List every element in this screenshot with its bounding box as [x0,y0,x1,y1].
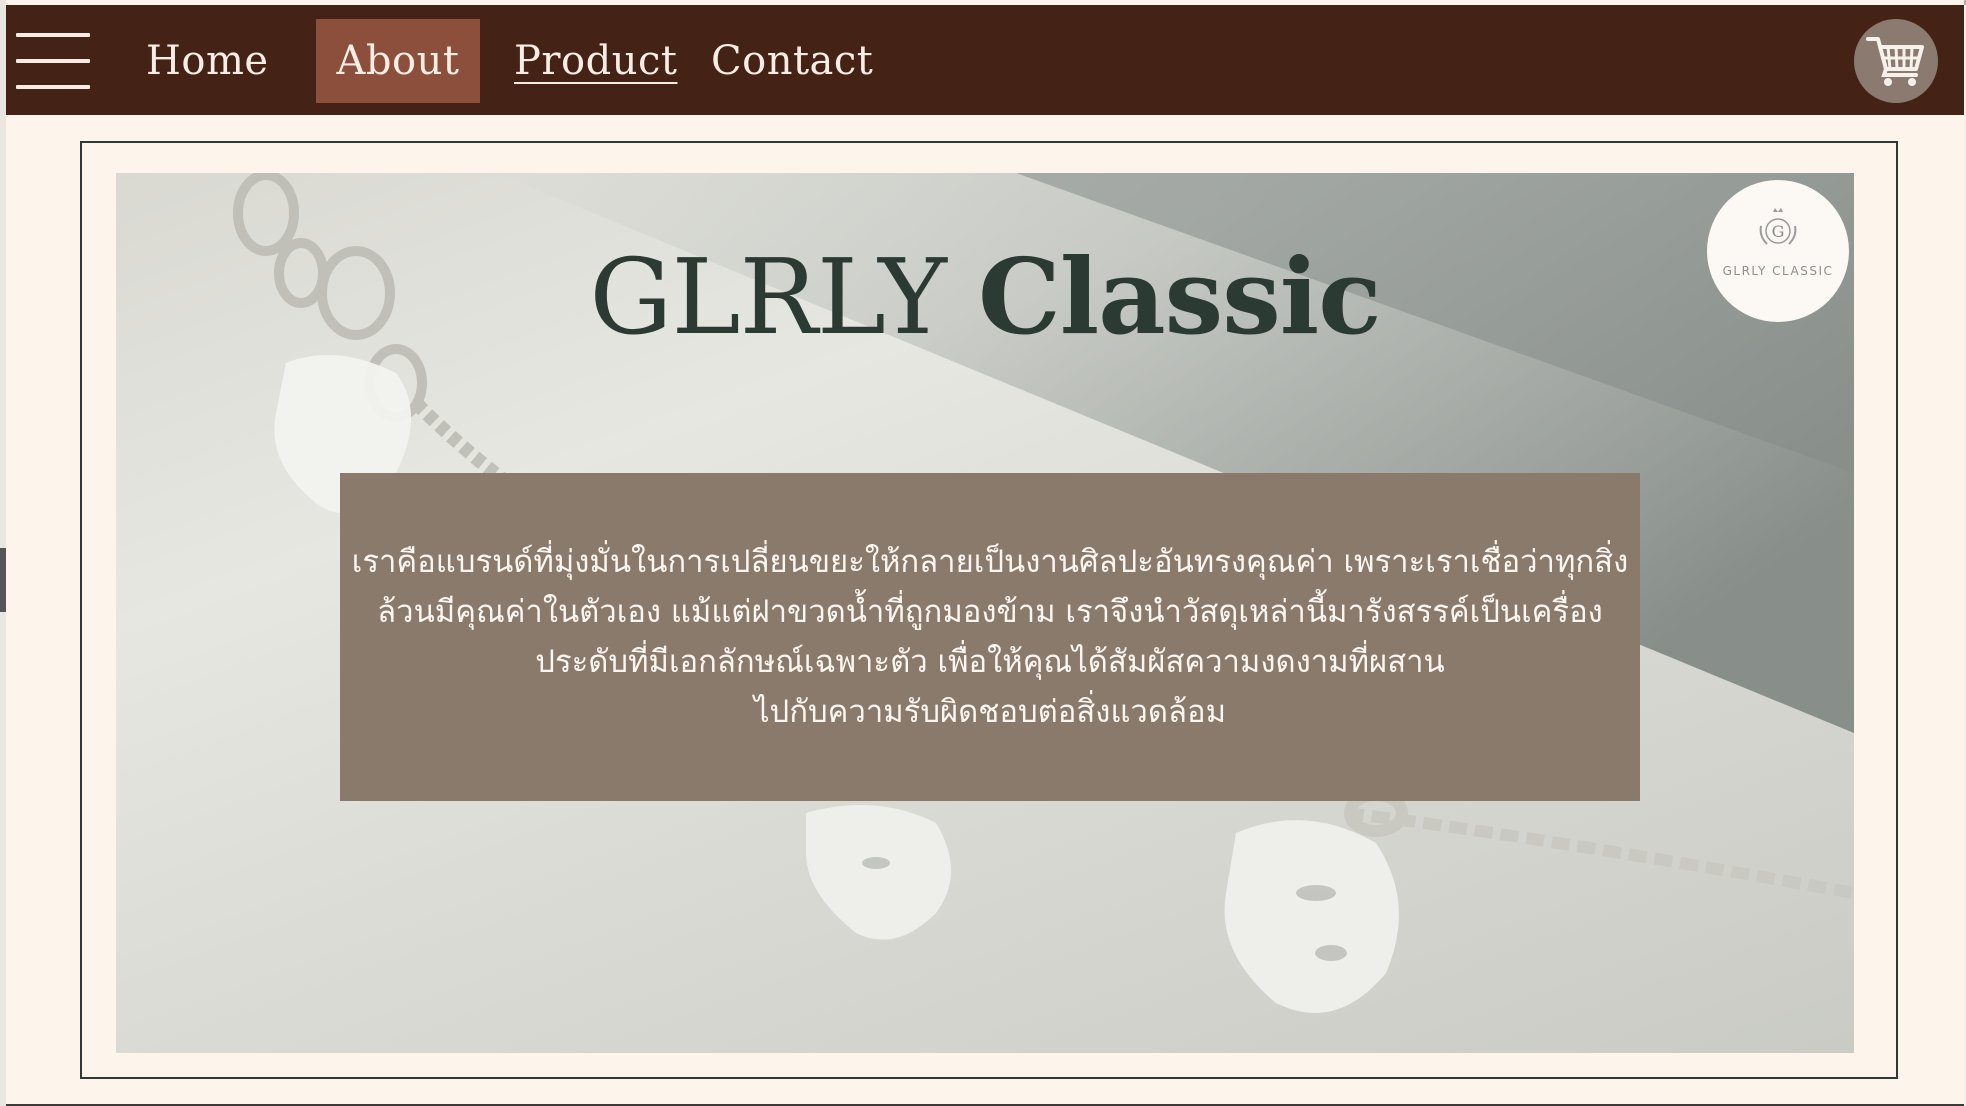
about-line: ล้วนมีคุณค่าในตัวเอง แม้แต่ฝาขวดน้ำที่ถู… [377,594,1603,630]
cart-button[interactable] [1854,19,1938,103]
shopping-cart-icon [1866,37,1924,86]
site-window: Home About Product Contact GLRLY Classic… [6,0,1964,1106]
logo-monogram: G [1772,222,1785,241]
nav-about-link[interactable]: About [316,19,480,103]
hero-title-classic: Classic [977,235,1382,358]
logo-text: GLRLY CLASSIC [1722,264,1834,278]
about-line: ไปกับความรับผิดชอบต่อสิ่งแวดล้อม [753,694,1227,730]
hero-title: GLRLY Classic [116,235,1854,358]
crest-icon: G [1759,208,1797,245]
nav-product-link[interactable]: Product [514,19,677,103]
hamburger-menu-icon[interactable] [16,29,90,93]
about-line: ประดับที่มีเอกลักษณ์เฉพาะตัว เพื่อให้คุณ… [535,644,1445,680]
brand-logo-badge[interactable]: G GLRLY CLASSIC [1707,180,1849,322]
hero-title-brand: GLRLY [589,236,947,358]
about-line: เราคือแบรนด์ที่มุ่งมั่นในการเปลี่ยนขยะให… [351,544,1629,580]
nav-home-link[interactable]: Home [146,19,269,103]
about-text-box: เราคือแบรนด์ที่มุ่งมั่นในการเปลี่ยนขยะให… [340,473,1640,801]
hero-banner: GLRLY Classic G GLRLY CLASSIC เราคือแบรน… [116,173,1854,1053]
top-navigation-bar: Home About Product Contact [6,5,1964,115]
about-paragraph: เราคือแบรนด์ที่มุ่งมั่นในการเปลี่ยนขยะให… [340,537,1640,737]
nav-contact-link[interactable]: Contact [711,19,873,103]
